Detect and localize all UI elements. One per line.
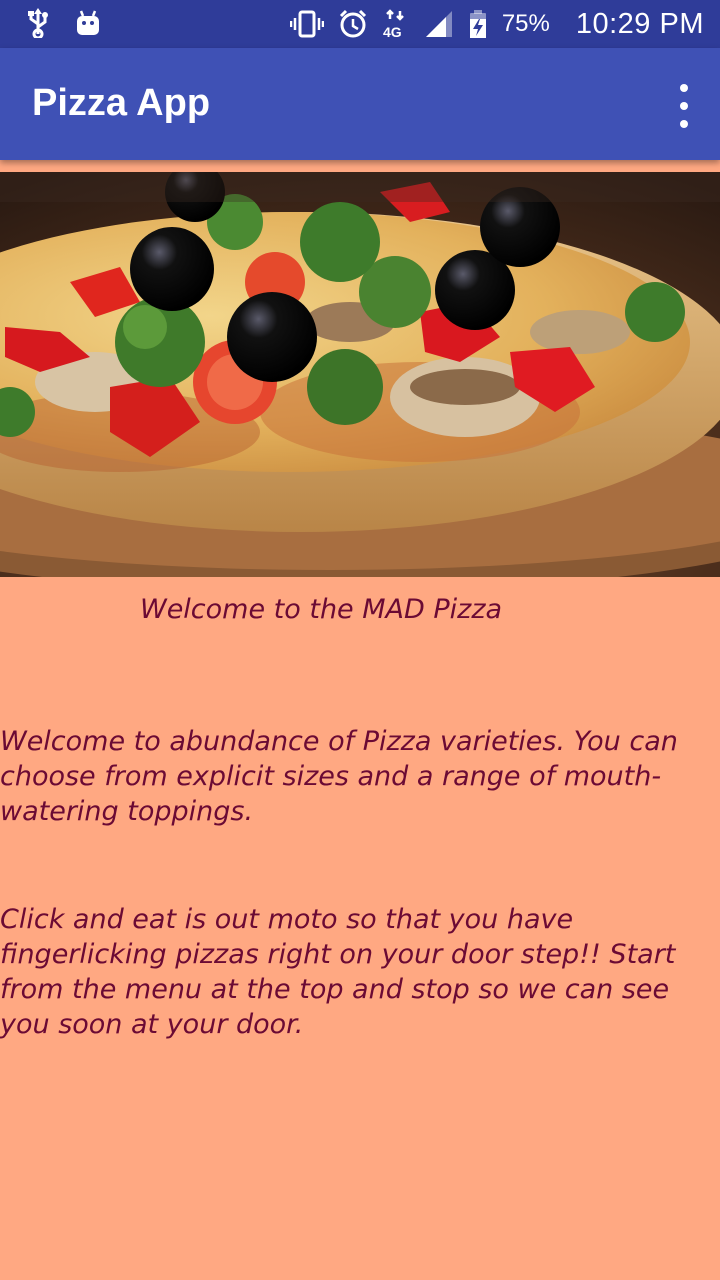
- overflow-menu-button[interactable]: [672, 84, 696, 128]
- battery-charging-icon: [469, 10, 486, 38]
- welcome-heading: Welcome to the MAD Pizza: [140, 594, 503, 625]
- battery-percentage: 75%: [501, 10, 550, 37]
- svg-text:4G: 4G: [383, 24, 402, 39]
- signal-icon: [425, 11, 452, 37]
- alarm-icon: [339, 9, 366, 38]
- android-icon: [77, 10, 99, 35]
- clock-time: 10:29 PM: [575, 7, 704, 40]
- app-bar: Pizza App: [0, 48, 720, 160]
- info-paragraph: Click and eat is out moto so that you ha…: [0, 904, 676, 1040]
- vibrate-icon: [289, 10, 324, 38]
- app-title: Pizza App: [32, 82, 211, 124]
- pizza-photo: [0, 172, 720, 577]
- network-4g-icon: 4G: [383, 9, 404, 39]
- status-bar: 4G 75% 10:29 PM: [0, 0, 720, 48]
- intro-paragraph: Welcome to abundance of Pizza varieties.…: [0, 726, 678, 827]
- usb-icon: [28, 8, 48, 38]
- overflow-menu-icon: [680, 84, 688, 92]
